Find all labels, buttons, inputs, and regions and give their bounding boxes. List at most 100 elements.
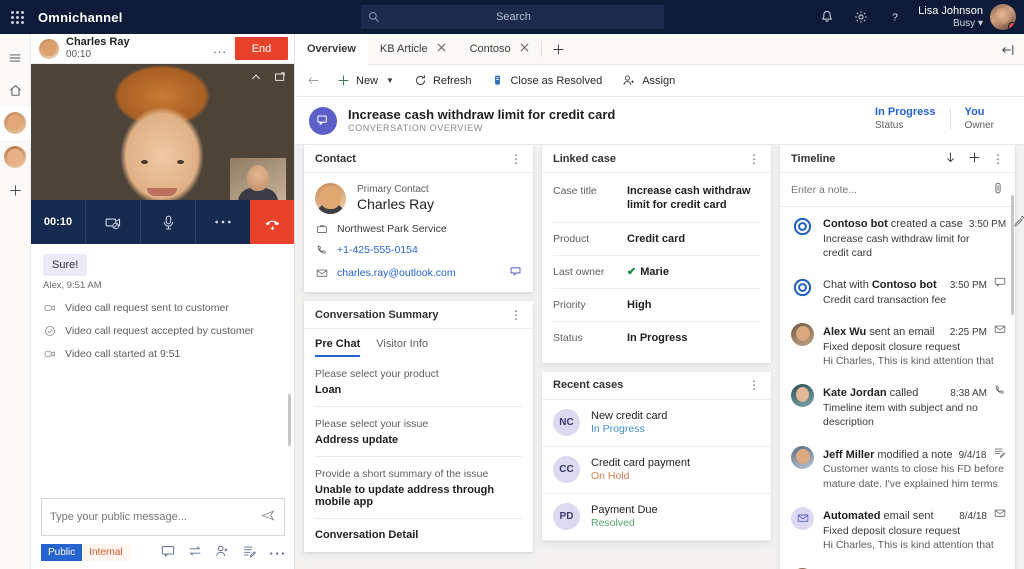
timeline-actor: Contoso bot [872, 278, 937, 293]
quick-reply-icon[interactable] [161, 544, 175, 561]
timeline-scrollbar[interactable] [1011, 195, 1014, 315]
timeline-more-icon[interactable]: ⋮ [992, 153, 1004, 165]
case-name: Credit card payment [591, 456, 690, 470]
chat-icon [994, 276, 1006, 288]
sidebar-item-session-charles-ray[interactable] [0, 106, 31, 140]
decorative-eye-right [177, 160, 184, 164]
list-item[interactable]: CC Credit card payment On Hold [542, 447, 771, 494]
composer-input-box[interactable] [41, 498, 285, 536]
conversation-customer-name: Charles Ray [66, 36, 130, 49]
status-stat[interactable]: In Progress Status [861, 105, 950, 132]
message-composer: Public Internal [31, 498, 295, 569]
toggle-public[interactable]: Public [41, 544, 82, 561]
assign-button[interactable]: Assign [612, 65, 685, 97]
transfer-icon[interactable] [188, 544, 202, 561]
refresh-button[interactable]: Refresh [404, 65, 482, 97]
user-profile-menu[interactable]: Lisa Johnson Busy ▾ [918, 4, 1016, 30]
tab-contoso[interactable]: Contoso [458, 34, 541, 64]
timeline-item[interactable]: Jeff Miller modified a note 9/4/18 Custo… [780, 438, 1015, 499]
call-more-options-icon[interactable] [196, 200, 250, 244]
sidebar-item-session-secondary[interactable] [0, 140, 31, 174]
avatar[interactable] [990, 4, 1016, 30]
timeline-action: Chat with [823, 278, 869, 293]
main-content-area: Overview KB Article Contoso [295, 34, 1024, 569]
linked-case-row: Status In Progress [553, 322, 760, 354]
timeline-actor: Jeff Miller [823, 448, 874, 463]
notifications-bell-icon[interactable] [810, 0, 844, 34]
back-arrow-icon[interactable] [299, 74, 327, 87]
avatar [39, 39, 59, 59]
system-event-text: Video call request sent to customer [65, 302, 229, 314]
tab-kb-article[interactable]: KB Article [368, 34, 458, 64]
chat-scrollbar[interactable] [288, 394, 291, 446]
recent-cases-header: Recent cases ⋮ [542, 372, 771, 400]
global-search[interactable]: Search [361, 5, 664, 29]
send-icon[interactable] [261, 508, 276, 526]
contact-phone-row[interactable]: +1-425-555-0154 [315, 244, 522, 256]
linked-case-row: Last owner ✔Marie [553, 256, 760, 289]
timeline-item[interactable]: Kate Jordan called 8:38 AM Timeline item… [780, 376, 1015, 437]
recent-cases-more-icon[interactable]: ⋮ [748, 379, 760, 391]
conversation-summary-more-icon[interactable]: ⋮ [510, 309, 522, 321]
conversation-summary-card: Conversation Summary ⋮ Pre Chat Visitor … [304, 301, 533, 552]
teams-chat-icon[interactable] [509, 265, 522, 281]
collapse-pane-icon[interactable] [996, 38, 1020, 61]
close-as-resolved-button[interactable]: Close as Resolved [481, 65, 612, 97]
chevron-up-icon[interactable] [250, 71, 262, 86]
sort-descending-icon[interactable] [944, 151, 957, 167]
timeline-note-input-row[interactable] [780, 173, 1015, 207]
timeline-item[interactable]: Chat with Contoso bot 3:50 PM Credit car… [780, 268, 1015, 315]
consult-user-icon[interactable] [215, 544, 229, 561]
contact-email-row[interactable]: charles.ray@outlook.com [315, 265, 522, 281]
timeline-item[interactable]: Automated email sent 8/4/18 Fixed deposi… [780, 499, 1015, 560]
notes-icon[interactable] [242, 544, 256, 561]
help-question-icon[interactable]: ? [878, 0, 912, 34]
chat-message-meta: Alex, 9:51 AM [43, 280, 282, 291]
owner-stat[interactable]: You Owner [951, 105, 1008, 132]
timeline-item[interactable]: Alex Wu sent an email 2:25 PM Fixed depo… [780, 315, 1015, 376]
attachment-icon[interactable] [992, 182, 1004, 198]
new-button[interactable]: New ▼ [327, 65, 404, 97]
settings-gear-icon[interactable] [844, 0, 878, 34]
call-timer: 00:10 [31, 216, 85, 228]
page-subtitle: CONVERSATION OVERVIEW [348, 123, 615, 134]
tab-pre-chat[interactable]: Pre Chat [315, 338, 360, 357]
tab-overview[interactable]: Overview [295, 34, 368, 64]
linked-case-more-icon[interactable]: ⋮ [748, 153, 760, 165]
end-conversation-button[interactable]: End [235, 37, 288, 60]
chevron-down-icon[interactable]: ▼ [386, 76, 394, 85]
top-right-controls: ? Lisa Johnson Busy ▾ [810, 0, 1024, 34]
hamburger-menu-icon[interactable] [0, 42, 31, 74]
timeline-item[interactable]: You modified a note 7/4/18 Customer want… [780, 560, 1015, 569]
composer-more-icon[interactable] [269, 547, 285, 559]
mute-microphone-icon[interactable] [141, 200, 195, 244]
list-item[interactable]: NC New credit card In Progress [542, 400, 771, 447]
avatar [4, 112, 26, 134]
toggle-internal[interactable]: Internal [82, 544, 129, 561]
add-tab-icon[interactable] [542, 34, 575, 64]
add-timeline-record-icon[interactable] [968, 151, 981, 167]
tab-strip: Overview KB Article Contoso [295, 34, 1024, 65]
popout-icon[interactable] [274, 71, 286, 86]
tab-visitor-info[interactable]: Visitor Info [376, 338, 428, 357]
add-session-icon[interactable] [0, 174, 31, 206]
stop-video-icon[interactable] [86, 200, 140, 244]
divider [315, 518, 522, 519]
message-input[interactable] [50, 511, 261, 523]
video-window-controls [250, 71, 286, 86]
close-icon[interactable] [437, 43, 446, 55]
close-icon[interactable] [520, 43, 529, 55]
summary-question: Please select your product [315, 368, 522, 380]
hang-up-icon[interactable] [250, 200, 294, 244]
contact-card-more-icon[interactable]: ⋮ [510, 153, 522, 165]
home-icon[interactable] [0, 74, 31, 106]
list-item[interactable]: PD Payment Due Resolved [542, 494, 771, 541]
timeline-item[interactable]: Contoso bot created a case 3:50 PM Incre… [780, 207, 1015, 268]
check-circle-icon: ✔ [627, 266, 636, 278]
note-input[interactable] [791, 184, 992, 196]
timeline-action: created a case [891, 217, 963, 232]
contact-phone: +1-425-555-0154 [337, 244, 418, 256]
chat-transcript[interactable]: Sure! Alex, 9:51 AM Video call request s… [31, 244, 294, 485]
app-launcher-icon[interactable] [0, 0, 34, 34]
conversation-more-icon[interactable]: ... [205, 41, 235, 56]
